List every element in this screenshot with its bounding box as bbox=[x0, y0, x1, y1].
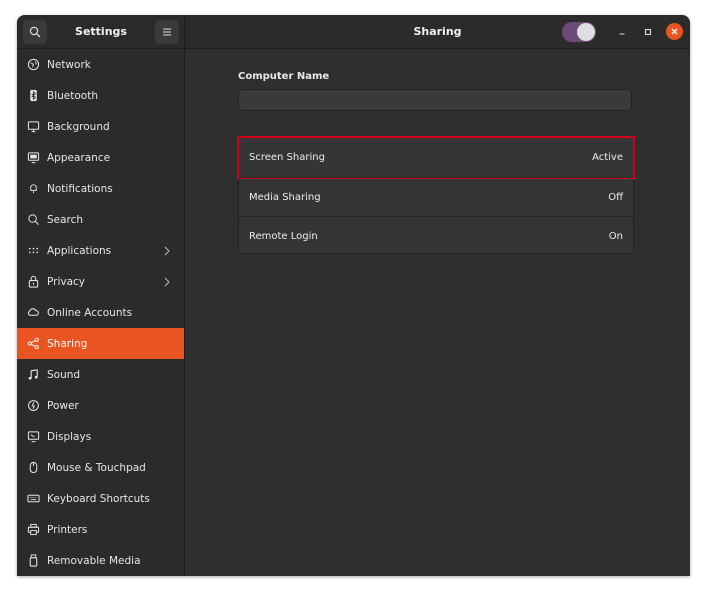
header-bar: Settings Sharing bbox=[17, 15, 690, 49]
chevron-right-icon bbox=[163, 245, 171, 257]
sidebar-item-power[interactable]: Power bbox=[17, 390, 184, 421]
minimize-button[interactable] bbox=[613, 23, 630, 40]
keyboard-icon bbox=[26, 492, 40, 506]
share-icon bbox=[26, 337, 40, 351]
sidebar-item-label: Printers bbox=[47, 523, 88, 536]
sidebar-item-label: Search bbox=[47, 213, 84, 226]
sidebar-item-sound[interactable]: Sound bbox=[17, 359, 184, 390]
appearance-icon bbox=[26, 151, 40, 165]
usb-drive-icon bbox=[26, 554, 40, 568]
sidebar-item-appearance[interactable]: Appearance bbox=[17, 142, 184, 173]
maximize-button[interactable] bbox=[639, 23, 656, 40]
row-label: Media Sharing bbox=[249, 191, 321, 203]
bluetooth-icon bbox=[26, 89, 40, 103]
sidebar-item-label: Sound bbox=[47, 368, 81, 381]
search-button[interactable] bbox=[23, 20, 47, 44]
sidebar-item-applications[interactable]: Applications bbox=[17, 235, 184, 266]
display-icon bbox=[26, 430, 40, 444]
sidebar-item-search[interactable]: Search bbox=[17, 204, 184, 235]
computer-name-label: Computer Name bbox=[238, 71, 330, 82]
sidebar-item-label: Sharing bbox=[47, 337, 88, 350]
sidebar-item-label: Power bbox=[47, 399, 79, 412]
screen-sharing-row[interactable]: Screen Sharing Active bbox=[237, 136, 635, 179]
sidebar-header: Settings bbox=[17, 15, 185, 48]
sidebar-item-label: Privacy bbox=[47, 275, 86, 288]
sidebar-item-label: Online Accounts bbox=[47, 306, 133, 319]
sidebar-item-background[interactable]: Background bbox=[17, 111, 184, 142]
sidebar-item-label: Displays bbox=[47, 430, 92, 443]
close-icon bbox=[671, 28, 678, 35]
grid-icon bbox=[26, 244, 40, 258]
menu-button[interactable] bbox=[155, 20, 179, 44]
toggle-knob bbox=[577, 23, 595, 41]
sidebar-item-label: Bluetooth bbox=[47, 89, 98, 102]
power-icon bbox=[26, 399, 40, 413]
sharing-services-list: Screen Sharing Active Media Sharing Off … bbox=[237, 136, 635, 255]
sidebar-item-online-accounts[interactable]: Online Accounts bbox=[17, 297, 184, 328]
row-status: Off bbox=[608, 191, 623, 203]
minimize-icon bbox=[619, 32, 624, 35]
sidebar-item-sharing[interactable]: Sharing bbox=[17, 328, 184, 359]
sidebar-item-network[interactable]: Network bbox=[17, 49, 184, 80]
mouse-icon bbox=[26, 461, 40, 475]
sidebar-item-displays[interactable]: Displays bbox=[17, 421, 184, 452]
sidebar-item-label: Background bbox=[47, 120, 110, 133]
row-label: Screen Sharing bbox=[249, 152, 325, 163]
sidebar-item-keyboard-shortcuts[interactable]: Keyboard Shortcuts bbox=[17, 483, 184, 514]
sidebar-item-removable-media[interactable]: Removable Media bbox=[17, 545, 184, 576]
network-icon bbox=[26, 58, 40, 72]
sidebar-item-label: Appearance bbox=[47, 151, 111, 164]
sidebar-title: Settings bbox=[75, 25, 127, 38]
search-icon bbox=[26, 213, 40, 227]
chevron-right-icon bbox=[163, 276, 171, 288]
bell-icon bbox=[26, 182, 40, 196]
sidebar-item-notifications[interactable]: Notifications bbox=[17, 173, 184, 204]
music-note-icon bbox=[26, 368, 40, 382]
row-label: Remote Login bbox=[249, 230, 318, 242]
sidebar-item-printers[interactable]: Printers bbox=[17, 514, 184, 545]
media-sharing-row[interactable]: Media Sharing Off bbox=[239, 177, 633, 216]
computer-name-field[interactable] bbox=[238, 89, 632, 111]
main-panel: Computer Name Screen Sharing Active Medi… bbox=[185, 49, 690, 576]
sidebar-item-bluetooth[interactable]: Bluetooth bbox=[17, 80, 184, 111]
row-status: Active bbox=[592, 152, 623, 163]
settings-window: Settings Sharing Network Bluetooth Backg… bbox=[17, 15, 690, 576]
sidebar-item-label: Network bbox=[47, 58, 91, 71]
sidebar-item-label: Notifications bbox=[47, 182, 113, 195]
close-button[interactable] bbox=[666, 23, 683, 40]
background-icon bbox=[26, 120, 40, 134]
search-icon bbox=[29, 26, 41, 38]
maximize-icon bbox=[644, 28, 651, 35]
cloud-icon bbox=[26, 306, 40, 320]
sidebar-item-mouse-touchpad[interactable]: Mouse & Touchpad bbox=[17, 452, 184, 483]
sidebar-item-label: Applications bbox=[47, 244, 112, 257]
sidebar-item-label: Mouse & Touchpad bbox=[47, 461, 146, 474]
sidebar: Network Bluetooth Background Appearance bbox=[17, 49, 185, 576]
sidebar-item-privacy[interactable]: Privacy bbox=[17, 266, 184, 297]
lock-icon bbox=[26, 275, 40, 289]
printer-icon bbox=[26, 523, 40, 537]
hamburger-menu-icon bbox=[163, 28, 171, 36]
sidebar-item-label: Keyboard Shortcuts bbox=[47, 492, 150, 505]
sharing-toggle[interactable] bbox=[562, 22, 596, 42]
sidebar-item-label: Removable Media bbox=[47, 554, 141, 567]
row-status: On bbox=[608, 230, 623, 242]
remote-login-row[interactable]: Remote Login On bbox=[239, 216, 633, 255]
